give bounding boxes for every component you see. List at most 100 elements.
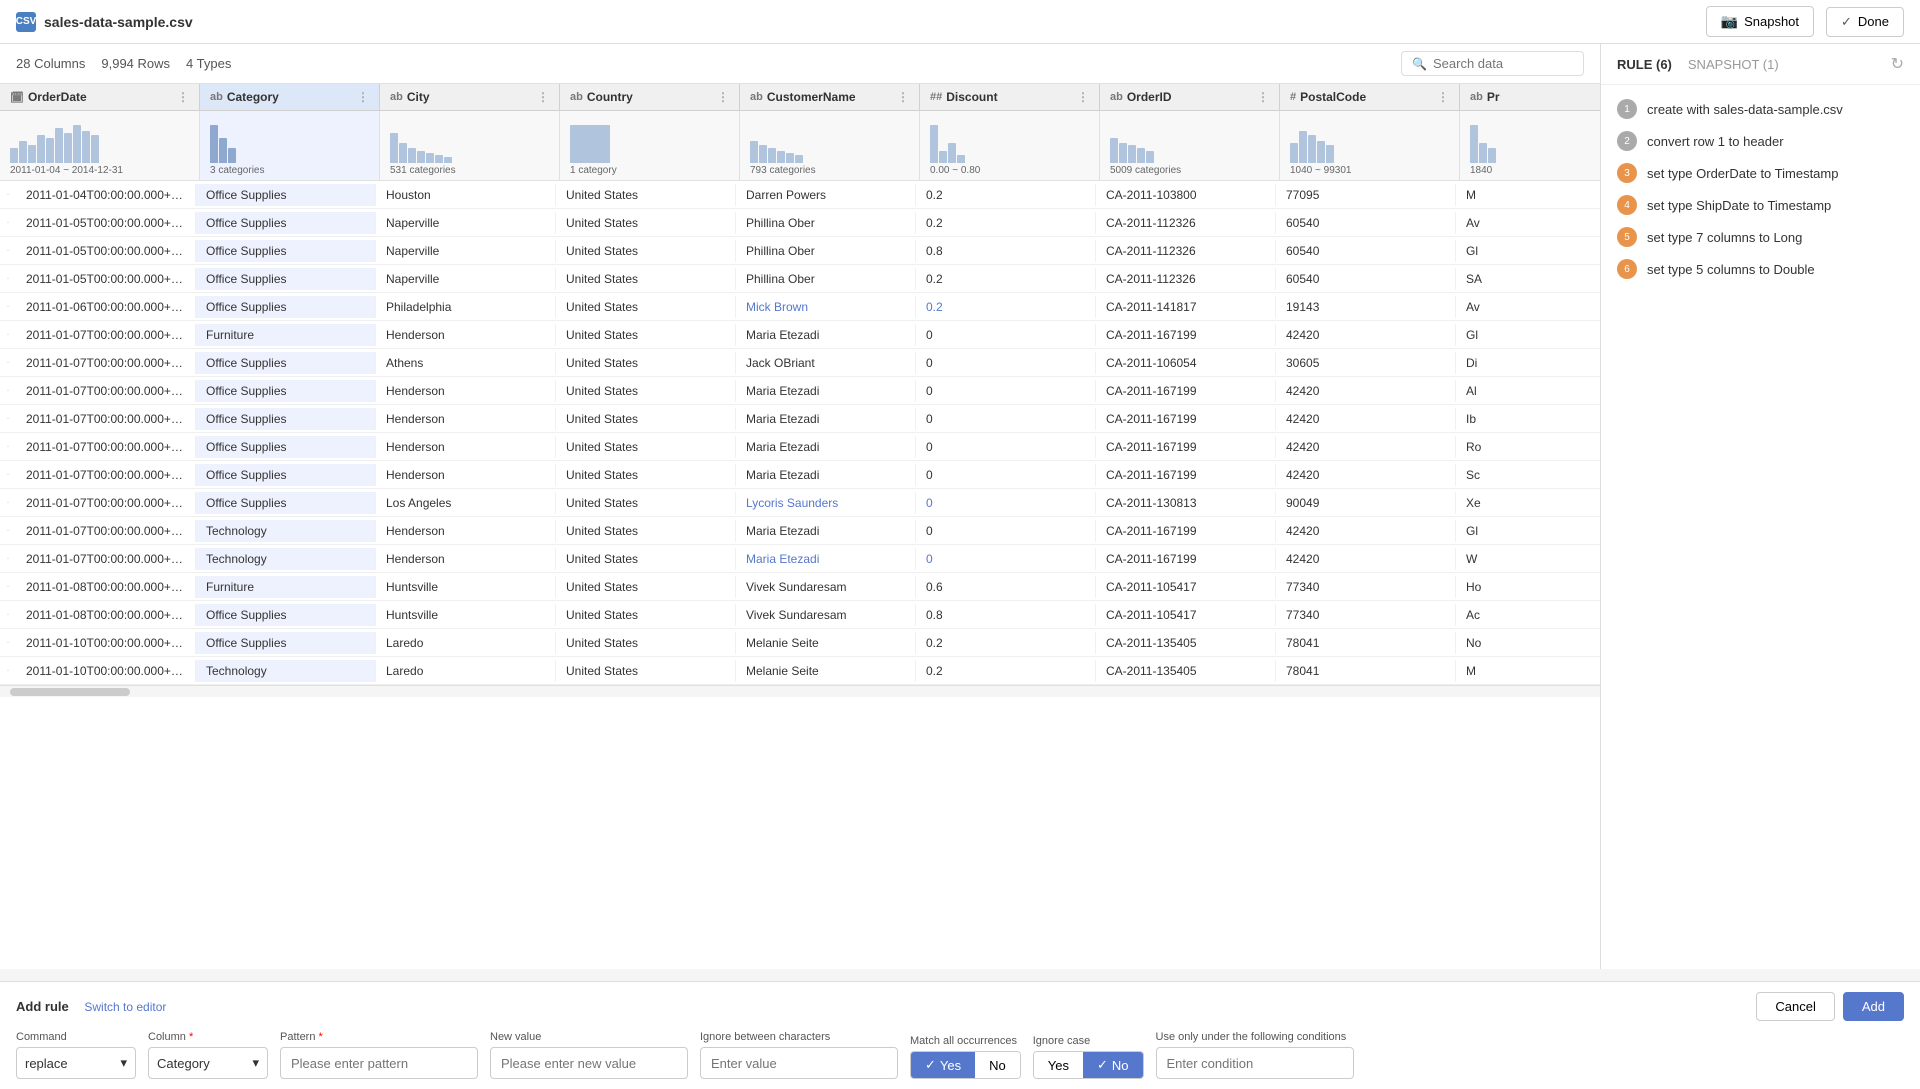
rule-item[interactable]: 4set type ShipDate to Timestamp	[1601, 189, 1920, 221]
table-cell: 42420	[1276, 548, 1456, 570]
histogram-orderdate-label: 2011-01-04 ~ 2014-12-31	[10, 165, 189, 176]
rule-text: set type 7 columns to Long	[1647, 230, 1802, 245]
right-panel-header: RULE (6) SNAPSHOT (1) ↻	[1601, 44, 1920, 85]
table-cell: 0	[916, 324, 1096, 346]
table-cell: 2011-01-08T00:00:00.000+00:00	[16, 604, 196, 626]
histogram-pr-bars	[1470, 123, 1600, 163]
histogram-postalcode: 1040 ~ 99301	[1280, 111, 1460, 180]
bar	[1479, 143, 1487, 163]
conditions-input[interactable]	[1156, 1047, 1354, 1079]
ignore-between-input[interactable]	[700, 1047, 898, 1079]
scrollbar-thumb[interactable]	[10, 688, 130, 696]
search-input[interactable]	[1433, 56, 1573, 71]
table-cell: 42420	[1276, 436, 1456, 458]
col-header-discount[interactable]: ## Discount ⋮	[920, 84, 1100, 110]
table-cell: 2011-01-05T00:00:00.000+00:00	[16, 268, 196, 290]
add-rule-actions: Cancel Add	[1756, 992, 1904, 1021]
table-cell: CA-2011-105417	[1096, 604, 1276, 626]
match-all-yes-button[interactable]: Yes	[911, 1052, 975, 1078]
ignore-case-no-button[interactable]: No	[1083, 1052, 1143, 1078]
table-cell: SA	[1456, 268, 1600, 290]
table-cell: 90049	[1276, 492, 1456, 514]
horizontal-scrollbar[interactable]	[0, 685, 1600, 697]
new-value-input[interactable]	[490, 1047, 688, 1079]
bar	[939, 151, 947, 163]
col-header-orderid[interactable]: ab OrderID ⋮	[1100, 84, 1280, 110]
cancel-button[interactable]: Cancel	[1756, 992, 1834, 1021]
rule-item[interactable]: 3set type OrderDate to Timestamp	[1601, 157, 1920, 189]
rule-item[interactable]: 6set type 5 columns to Double	[1601, 253, 1920, 285]
rule-tab[interactable]: RULE (6)	[1617, 57, 1672, 72]
search-box[interactable]	[1401, 51, 1584, 76]
ignore-case-yes-button[interactable]: Yes	[1034, 1052, 1083, 1078]
histogram-discount-label: 0.00 ~ 0.80	[930, 165, 1089, 176]
rule-item[interactable]: 1create with sales-data-sample.csv	[1601, 93, 1920, 125]
table-cell: Henderson	[376, 436, 556, 458]
table-cell: United States	[556, 464, 736, 486]
refresh-icon[interactable]: ↻	[1891, 54, 1904, 74]
table-cell: CA-2011-167199	[1096, 408, 1276, 430]
table-cell: Office Supplies	[196, 268, 376, 290]
bar	[759, 145, 767, 163]
match-all-no-button[interactable]: No	[975, 1052, 1020, 1078]
column-select[interactable]: Category ▾	[148, 1047, 268, 1079]
snapshot-tab[interactable]: SNAPSHOT (1)	[1688, 57, 1779, 72]
bar	[1137, 148, 1145, 163]
table-cell: Huntsville	[376, 604, 556, 626]
histogram-city: 531 categories	[380, 111, 560, 180]
pattern-required: *	[319, 1031, 323, 1043]
table-cell: United States	[556, 268, 736, 290]
table-cell: Gl	[1456, 520, 1600, 542]
bar	[210, 125, 218, 163]
table-cell: Technology	[196, 548, 376, 570]
col-header-orderdate[interactable]: 🗓 OrderDate ⋮	[0, 84, 200, 110]
check-icon	[1841, 14, 1852, 30]
rule-number: 3	[1617, 163, 1637, 183]
snapshot-button[interactable]: Snapshot	[1706, 6, 1814, 37]
table-row: ·2011-01-10T00:00:00.000+00:00Technology…	[0, 657, 1600, 685]
table-cell: 2011-01-07T00:00:00.000+00:00	[16, 464, 196, 486]
row-indicator: ·	[0, 525, 16, 536]
table-cell: Office Supplies	[196, 464, 376, 486]
switch-editor-link[interactable]: Switch to editor	[84, 1000, 166, 1014]
done-button[interactable]: Done	[1826, 7, 1904, 37]
table-cell: 0	[916, 548, 1096, 570]
table-cell: United States	[556, 296, 736, 318]
col-header-city[interactable]: ab City ⋮	[380, 84, 560, 110]
table-cell: Technology	[196, 520, 376, 542]
histogram-city-label: 531 categories	[390, 165, 549, 176]
ignore-case-toggle: Yes No	[1033, 1051, 1144, 1079]
table-row: ·2011-01-07T00:00:00.000+00:00Office Sup…	[0, 377, 1600, 405]
col-header-customername[interactable]: ab CustomerName ⋮	[740, 84, 920, 110]
conditions-field-group: Use only under the following conditions	[1156, 1031, 1354, 1079]
col-header-pr[interactable]: ab Pr	[1460, 84, 1600, 110]
col-header-category[interactable]: ab Category ⋮	[200, 84, 380, 110]
bar	[777, 151, 785, 163]
col-header-country[interactable]: ab Country ⋮	[560, 84, 740, 110]
country-label: Country	[587, 90, 633, 104]
rule-item[interactable]: 2convert row 1 to header	[1601, 125, 1920, 157]
table-cell: Maria Etezadi	[736, 548, 916, 570]
pr-label: Pr	[1487, 90, 1500, 104]
postalcode-drag: ⋮	[1437, 90, 1449, 104]
col-header-postalcode[interactable]: # PostalCode ⋮	[1280, 84, 1460, 110]
table-row: ·2011-01-07T00:00:00.000+00:00Technology…	[0, 517, 1600, 545]
orderid-label: OrderID	[1127, 90, 1172, 104]
table-cell: Lycoris Saunders	[736, 492, 916, 514]
table-cell: Al	[1456, 380, 1600, 402]
bar	[426, 153, 434, 163]
table-cell: Office Supplies	[196, 184, 376, 206]
pattern-input[interactable]	[280, 1047, 478, 1079]
add-button[interactable]: Add	[1843, 992, 1904, 1021]
table-cell: CA-2011-103800	[1096, 184, 1276, 206]
table-cell: 0.2	[916, 268, 1096, 290]
table-wrapper[interactable]: 🗓 OrderDate ⋮ ab Category ⋮ ab City ⋮ ab…	[0, 84, 1600, 969]
bar	[37, 135, 45, 163]
table-cell: CA-2011-167199	[1096, 520, 1276, 542]
column-label: Column *	[148, 1031, 268, 1043]
orderid-drag: ⋮	[1257, 90, 1269, 104]
rule-item[interactable]: 5set type 7 columns to Long	[1601, 221, 1920, 253]
table-cell: Henderson	[376, 548, 556, 570]
rule-text: convert row 1 to header	[1647, 134, 1784, 149]
command-select[interactable]: replace ▾	[16, 1047, 136, 1079]
